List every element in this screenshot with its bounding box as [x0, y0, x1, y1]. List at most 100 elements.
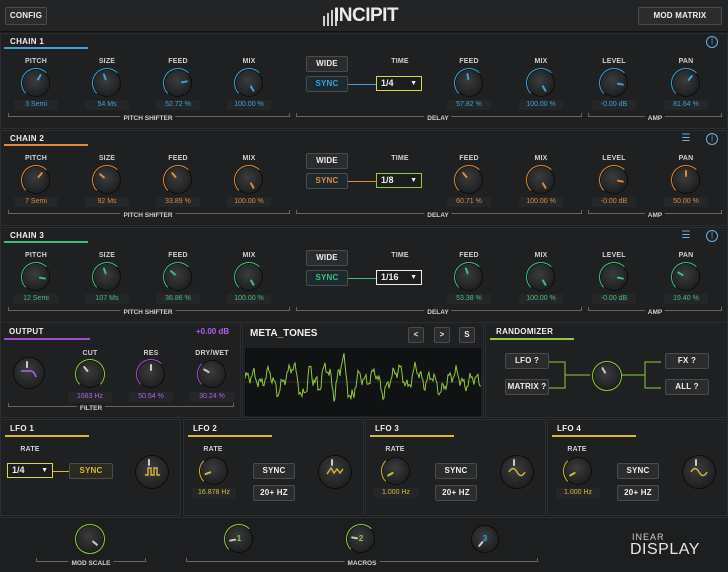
chain-3-dfeed-knob[interactable] — [456, 264, 482, 290]
chain-2-time-dropdown[interactable]: 1/8 ▼ — [376, 173, 422, 188]
chain-1-time-dropdown[interactable]: 1/4 ▼ — [376, 76, 422, 91]
chain-2-feed-value[interactable]: 33.89 % — [156, 197, 200, 207]
chain-2-dmix-value[interactable]: 100.00 % — [519, 197, 563, 207]
chain-3-size-value[interactable]: 107 Ms — [85, 294, 129, 304]
chain-2-dfeed-value[interactable]: 60.71 % — [447, 197, 491, 207]
chain-2-pitch-value[interactable]: 7 Semi — [14, 197, 58, 207]
chain-1-mix-knob[interactable] — [236, 70, 262, 96]
waveform-scope — [245, 348, 481, 416]
config-button[interactable]: CONFIG — [5, 7, 47, 25]
chain-1-dmix-knob[interactable] — [528, 70, 554, 96]
chain-2-pan-knob[interactable] — [673, 167, 699, 193]
chain-3-power-icon[interactable]: | — [706, 230, 718, 242]
random-matrix-button[interactable]: MATRIX ? — [505, 379, 549, 395]
preset-save-button[interactable]: S — [459, 327, 475, 343]
chain-3-feed-knob[interactable] — [165, 264, 191, 290]
chain-3-level-knob[interactable] — [601, 264, 627, 290]
chain-3-pan-knob[interactable] — [673, 264, 699, 290]
lfo-4-rate-value[interactable]: 1.000 Hz — [556, 488, 600, 498]
chain-2-level-value[interactable]: -0.00 dB — [592, 197, 636, 207]
chain-3-dmix-value[interactable]: 100.00 % — [519, 294, 563, 304]
chain-2-size-knob[interactable] — [94, 167, 120, 193]
mod-matrix-button[interactable]: MOD MATRIX — [638, 7, 722, 25]
chain-1-feed-knob[interactable] — [165, 70, 191, 96]
chain-1-dmix-value[interactable]: 100.00 % — [519, 100, 563, 110]
res-value[interactable]: 50.54 % — [129, 392, 173, 402]
lfo-1-sync-button[interactable]: SYNC — [69, 463, 113, 479]
preset-prev-button[interactable]: < — [408, 327, 424, 343]
chain-1-feed-value[interactable]: 52.72 % — [156, 100, 200, 110]
chain-2-mix-value[interactable]: 100.00 % — [227, 197, 271, 207]
chain-3-settings-icon[interactable]: ☰ — [680, 230, 692, 242]
chain-3-size-knob[interactable] — [94, 264, 120, 290]
lfo-2-rate-value[interactable]: 16.878 Hz — [192, 488, 236, 498]
chain-1-dropdown-arrow-icon: ▼ — [410, 80, 417, 87]
chain-1-sync-button[interactable]: SYNC — [306, 76, 348, 92]
lfo-2-rate-knob[interactable] — [201, 458, 227, 484]
lfo-4-sync-button[interactable]: SYNC — [617, 463, 659, 479]
cut-value[interactable]: 1683 Hz — [68, 392, 112, 402]
chain-3-time-dropdown[interactable]: 1/16 ▼ — [376, 270, 422, 285]
preset-name[interactable]: META_TONES — [250, 328, 317, 339]
chain-2-pan-value[interactable]: 50.00 % — [664, 197, 708, 207]
chain-2-dmix-knob[interactable] — [528, 167, 554, 193]
chain-1-size-knob[interactable] — [94, 70, 120, 96]
lfo-1-dropdown-arrow-icon: ▼ — [41, 467, 48, 474]
chain-3-level-value[interactable]: -0.00 dB — [592, 294, 636, 304]
chain-2-mix-knob[interactable] — [236, 167, 262, 193]
output-gain[interactable]: +0.00 dB — [196, 327, 229, 336]
chain-2-size-value[interactable]: 92 Ms — [85, 197, 129, 207]
chain-2-size-label: SIZE — [98, 155, 116, 162]
chain-3-pitch-value[interactable]: 12 Semi — [14, 294, 58, 304]
chain-1-dfeed-value[interactable]: 57.82 % — [447, 100, 491, 110]
random-all-button[interactable]: ALL ? — [665, 379, 709, 395]
chain-2-dfeed-knob[interactable] — [456, 167, 482, 193]
chain-3-wide-button[interactable]: WIDE — [306, 250, 348, 266]
lfo-1-rate-dropdown[interactable]: 1/4 ▼ — [7, 463, 53, 478]
mod-scale-knob[interactable] — [77, 526, 103, 552]
chain-3-pitch-knob[interactable] — [23, 264, 49, 290]
lfo-4-hz-button[interactable]: 20+ HZ — [617, 485, 659, 501]
res-knob[interactable] — [138, 361, 164, 387]
preset-next-button[interactable]: > — [434, 327, 450, 343]
lfo-3-hz-button[interactable]: 20+ HZ — [435, 485, 477, 501]
chain-1-power-icon[interactable]: | — [706, 36, 718, 48]
drywet-knob[interactable] — [199, 361, 225, 387]
chain-1-level-knob[interactable] — [601, 70, 627, 96]
chain-3-feed-value[interactable]: 36.86 % — [156, 294, 200, 304]
chain-1-level-value[interactable]: -0.00 dB — [592, 100, 636, 110]
chain-3-mix-knob[interactable] — [236, 264, 262, 290]
chain-3-sync-button[interactable]: SYNC — [306, 270, 348, 286]
lfo-2-hz-button[interactable]: 20+ HZ — [253, 485, 295, 501]
chain-1-wide-button[interactable]: WIDE — [306, 56, 348, 72]
chain-2-feed-knob[interactable] — [165, 167, 191, 193]
chain-1-pitch-value[interactable]: 3 Semi — [14, 100, 58, 110]
chain-1-dfeed-knob[interactable] — [456, 70, 482, 96]
chain-1-pitch-knob[interactable] — [23, 70, 49, 96]
lfo-3-sync-button[interactable]: SYNC — [435, 463, 477, 479]
lfo-1-waveform-icon — [145, 467, 160, 476]
chain-2-wide-button[interactable]: WIDE — [306, 153, 348, 169]
chain-2-sync-button[interactable]: SYNC — [306, 173, 348, 189]
lfo-4-rate-knob[interactable] — [565, 458, 591, 484]
chain-2-level-knob[interactable] — [601, 167, 627, 193]
random-fx-button[interactable]: FX ? — [665, 353, 709, 369]
chain-2-settings-icon[interactable]: ☰ — [680, 133, 692, 145]
chain-2-pitch-knob[interactable] — [23, 167, 49, 193]
chain-3-pan-value[interactable]: 19.40 % — [664, 294, 708, 304]
chain-1-size-value[interactable]: 54 Ms — [85, 100, 129, 110]
lfo-2-sync-button[interactable]: SYNC — [253, 463, 295, 479]
chain-3-dfeed-value[interactable]: 53.38 % — [447, 294, 491, 304]
chain-3-mix-value[interactable]: 100.00 % — [227, 294, 271, 304]
lfo-3-rate-value[interactable]: 1.000 Hz — [374, 488, 418, 498]
cut-knob[interactable] — [77, 361, 103, 387]
chain-1-pan-value[interactable]: 81.64 % — [664, 100, 708, 110]
drywet-value[interactable]: 30.24 % — [190, 392, 234, 402]
chain-2-power-icon[interactable]: | — [706, 133, 718, 145]
chain-3-dmix-knob[interactable] — [528, 264, 554, 290]
chain-1-pan-knob[interactable] — [673, 70, 699, 96]
random-amount-knob[interactable] — [594, 363, 620, 389]
lfo-3-rate-knob[interactable] — [383, 458, 409, 484]
random-lfo-button[interactable]: LFO ? — [505, 353, 549, 369]
chain-1-mix-value[interactable]: 100.00 % — [227, 100, 271, 110]
